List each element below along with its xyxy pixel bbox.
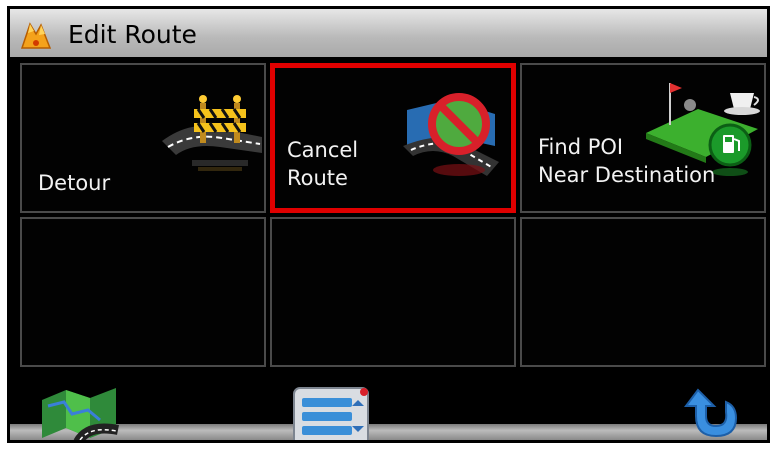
empty-tile [20, 217, 266, 367]
page-title: Edit Route [68, 20, 197, 49]
empty-tile [520, 217, 766, 367]
near-destination-label: Near Destination [538, 163, 716, 187]
route-label: Route [287, 166, 348, 190]
route-list-icon[interactable] [292, 386, 372, 443]
app-window: Edit Route Detour Cancel Route Find POI … [7, 6, 770, 443]
detour-label: Detour [38, 171, 111, 195]
back-arrow-icon[interactable] [682, 382, 742, 440]
detour-button[interactable]: Detour [20, 63, 266, 213]
road-barrier-icon [162, 95, 262, 171]
app-logo-icon [20, 22, 52, 49]
bottom-toolbar [10, 372, 767, 440]
toolbar-floor [10, 424, 767, 440]
find-poi-near-destination-button[interactable]: Find POI Near Destination [520, 63, 766, 213]
find-poi-label: Find POI [538, 135, 624, 159]
title-bar: Edit Route [10, 9, 767, 59]
cancel-label: Cancel [287, 138, 359, 162]
no-route-icon [403, 93, 499, 176]
menu-grid: Detour Cancel Route Find POI Near Destin… [20, 63, 766, 370]
empty-tile [270, 217, 516, 367]
map-icon[interactable] [38, 384, 120, 443]
cancel-route-button[interactable]: Cancel Route [270, 63, 516, 213]
